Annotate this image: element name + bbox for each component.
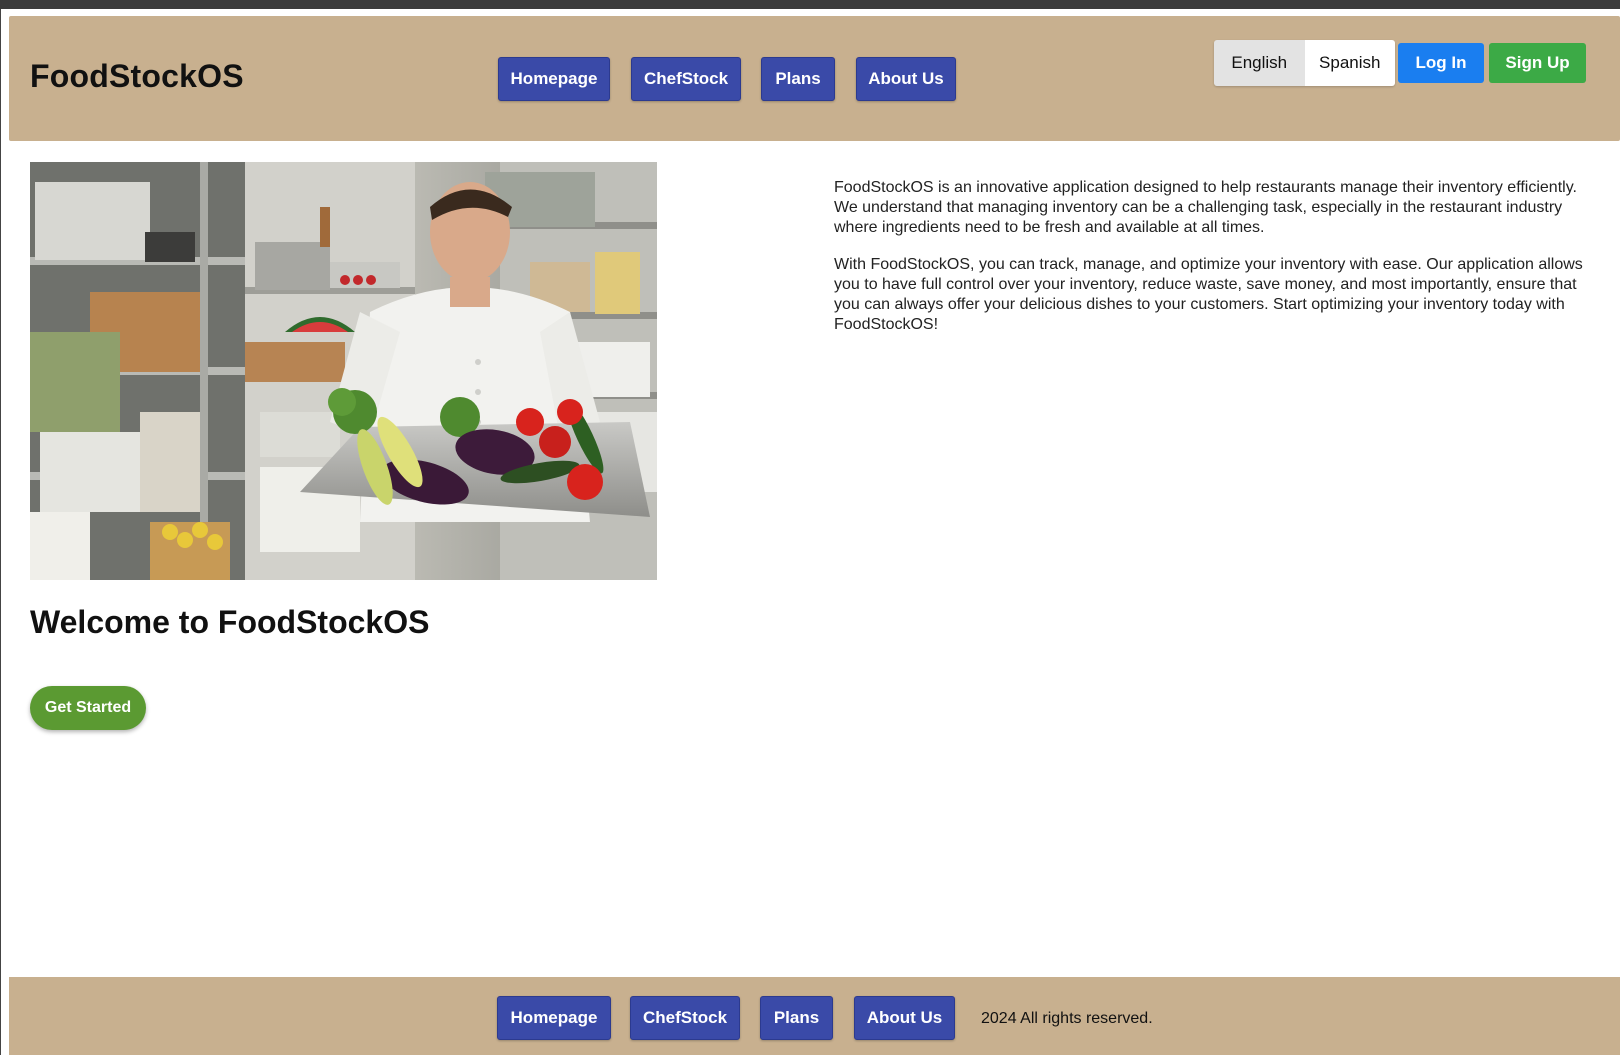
nav-plans-button[interactable]: Plans bbox=[761, 57, 835, 101]
welcome-title: Welcome to FoodStockOS bbox=[30, 604, 430, 640]
nav-about-us-button[interactable]: About Us bbox=[856, 57, 956, 101]
hero-image bbox=[30, 162, 657, 580]
window-edge bbox=[0, 9, 1, 1055]
language-spanish-button[interactable]: Spanish bbox=[1304, 40, 1395, 86]
footer-nav-homepage-button[interactable]: Homepage bbox=[497, 996, 611, 1040]
nav-homepage-button[interactable]: Homepage bbox=[498, 57, 610, 101]
language-english-button[interactable]: English bbox=[1214, 40, 1305, 86]
language-switcher: English Spanish bbox=[1214, 40, 1395, 86]
site-logo[interactable]: FoodStockOS bbox=[30, 58, 244, 95]
footer-nav-about-us-button[interactable]: About Us bbox=[854, 996, 955, 1040]
nav-chefstock-button[interactable]: ChefStock bbox=[631, 57, 741, 101]
description-paragraph: FoodStockOS is an innovative application… bbox=[834, 179, 1577, 236]
browser-top-bar bbox=[0, 0, 1620, 9]
description: FoodStockOS is an innovative application… bbox=[834, 178, 1604, 352]
footer-nav-plans-button[interactable]: Plans bbox=[760, 996, 833, 1040]
copyright-text: 2024 All rights reserved. bbox=[981, 1010, 1153, 1027]
login-button[interactable]: Log In bbox=[1398, 43, 1484, 83]
footer-nav-chefstock-button[interactable]: ChefStock bbox=[630, 996, 740, 1040]
description-paragraph: With FoodStockOS, you can track, manage,… bbox=[834, 256, 1583, 333]
signup-button[interactable]: Sign Up bbox=[1489, 43, 1586, 83]
get-started-button[interactable]: Get Started bbox=[30, 686, 146, 730]
